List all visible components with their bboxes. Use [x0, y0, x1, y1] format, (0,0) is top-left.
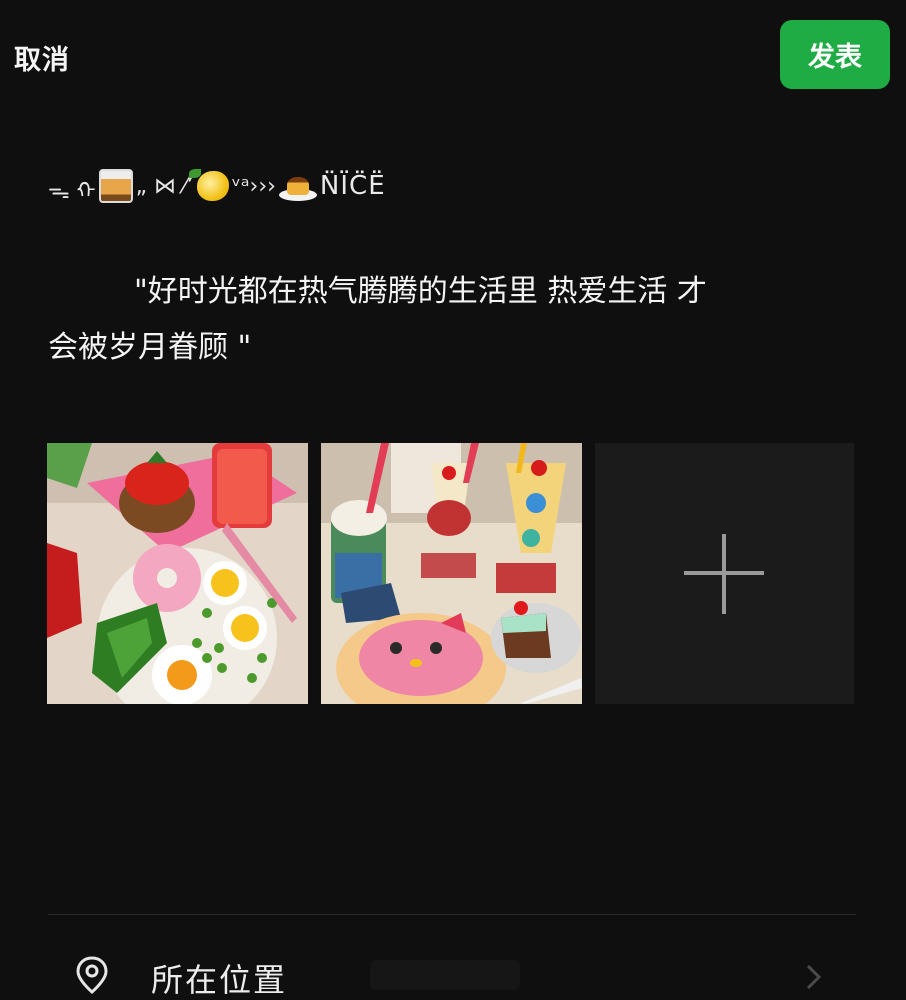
- breakfast-plate-photo: [47, 443, 308, 704]
- location-pin-icon: [76, 956, 108, 994]
- plus-icon-vertical: [722, 534, 726, 614]
- whiskey-glass-icon: [98, 169, 133, 203]
- photo-thumbnail-desserts[interactable]: [321, 443, 582, 704]
- cancel-button[interactable]: 取消: [14, 38, 70, 77]
- top-bar: 取消 发表: [0, 0, 906, 110]
- location-label: 所在位置: [151, 961, 288, 999]
- dessert-drinks-photo: [321, 443, 582, 704]
- location-placeholder-blur: [370, 960, 520, 990]
- post-text-area[interactable]: "好时光都在热气腾腾的生活里 热爱生活 才 会被岁月眷顾 ": [48, 264, 848, 376]
- flan-pudding-icon: [278, 171, 317, 201]
- emoji-mid-text-1: „ ⋈ ⁄’: [135, 173, 194, 199]
- compose-moment-screen: 取消 发表 ᯓ ᡣ „ ⋈ ⁄’ ᵛᵃ››› N̈ÏC̈Ë "好时光都在热气…: [0, 0, 906, 1000]
- add-photo-button[interactable]: [595, 443, 854, 704]
- publish-button[interactable]: 发表: [780, 20, 890, 89]
- emoji-prefix-text: ᯓ ᡣ: [48, 179, 96, 204]
- emoji-decoration-line: ᯓ ᡣ „ ⋈ ⁄’ ᵛᵃ››› N̈ÏC̈Ë: [48, 165, 386, 207]
- photo-thumbnail-breakfast[interactable]: [47, 443, 308, 704]
- emoji-mid-text-2: ᵛᵃ›››: [231, 173, 276, 199]
- post-text-line-2: 会被岁月眷顾 ": [48, 330, 252, 365]
- post-text-line-1: "好时光都在热气腾腾的生活里 热爱生活 才: [48, 264, 848, 320]
- lemon-icon: [188, 169, 229, 201]
- emoji-nice-text: N̈ÏC̈Ë: [319, 171, 386, 201]
- post-text-line-1-content: "好时光都在热气腾腾的生活里 热爱生活 才: [134, 274, 707, 309]
- chevron-right-icon: [806, 964, 822, 990]
